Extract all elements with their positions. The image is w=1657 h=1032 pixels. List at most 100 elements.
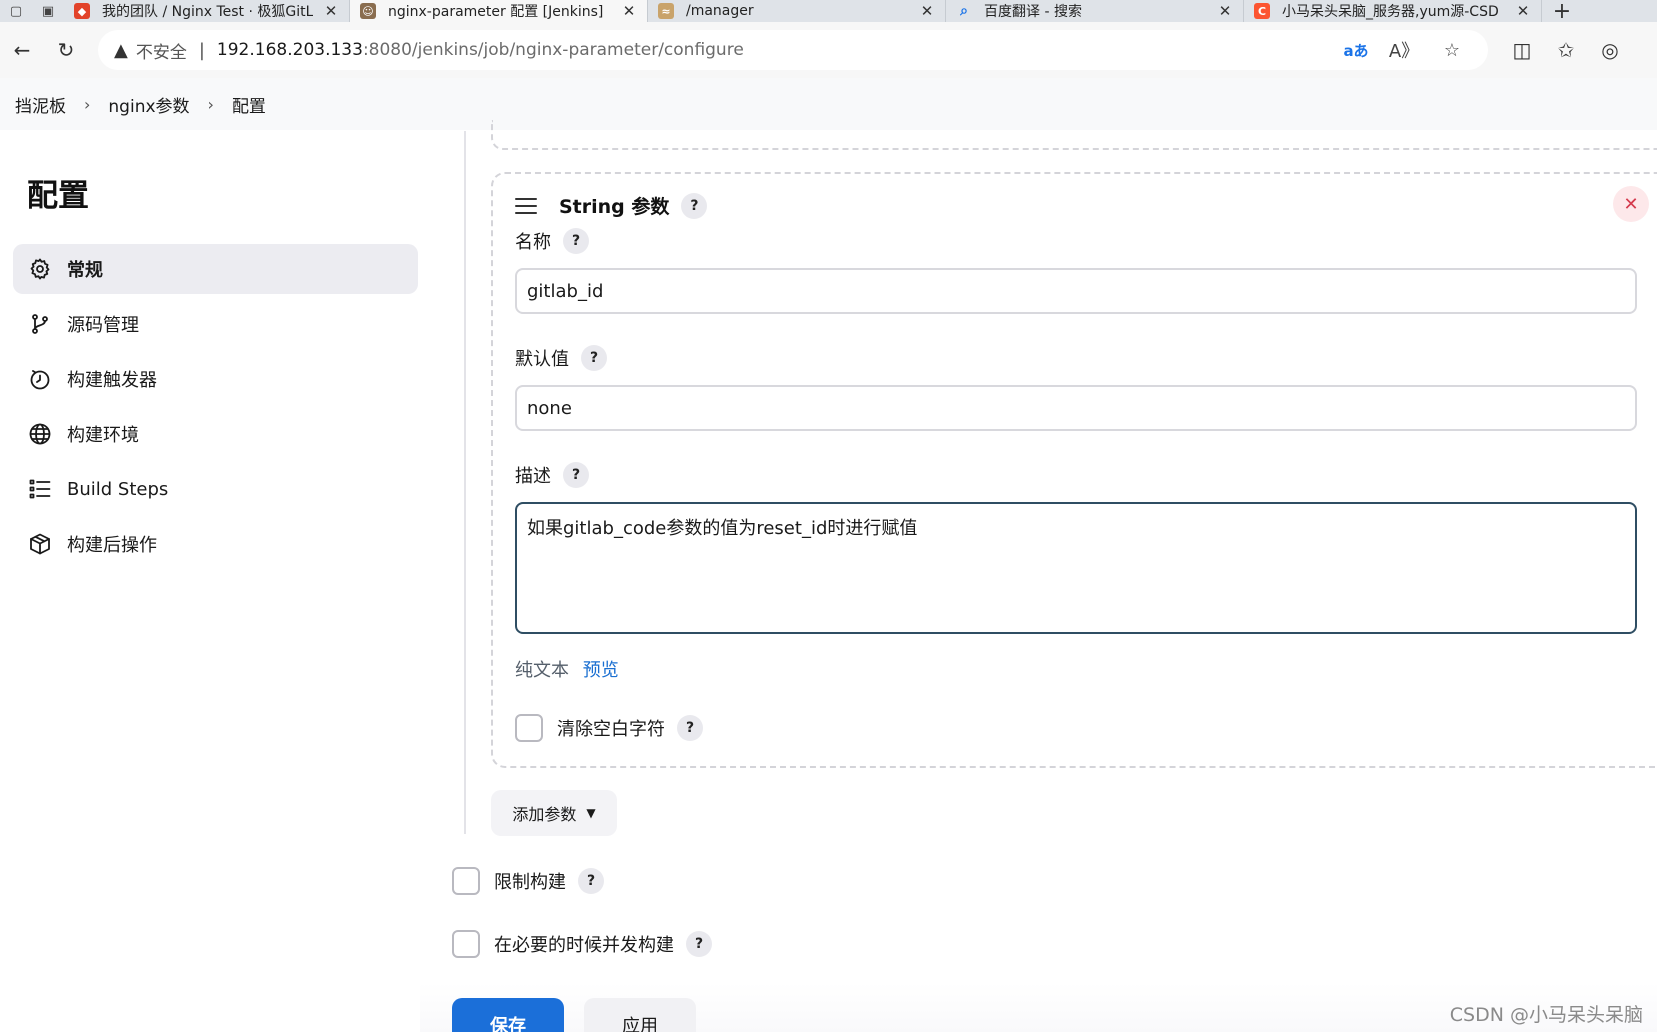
limit-build-label: 限制构建 <box>494 872 566 893</box>
help-icon[interactable]: ? <box>578 868 604 894</box>
help-icon[interactable]: ? <box>686 931 712 957</box>
list-icon <box>27 476 53 502</box>
clock-icon <box>27 366 53 392</box>
help-icon[interactable]: ? <box>681 192 708 219</box>
preview-link[interactable]: 预览 <box>583 660 619 681</box>
default-label-row: 默认值 ? <box>515 345 607 371</box>
plain-text-label: 纯文本 <box>515 660 569 681</box>
sidebar-item-triggers[interactable]: 构建触发器 <box>13 354 418 404</box>
close-tab-icon[interactable]: ✕ <box>323 2 339 20</box>
card-header: String 参数 ? <box>515 192 708 219</box>
globe-icon <box>27 421 53 447</box>
breadcrumb-job[interactable]: nginx参数 <box>108 92 189 117</box>
url-text[interactable]: 192.168.203.133:8080/jenkins/job/nginx-p… <box>217 40 1332 60</box>
trim-option-row: 清除空白字符 ? <box>515 714 703 742</box>
tab-actions-icon[interactable]: ▣ <box>32 0 64 22</box>
gear-icon <box>27 256 53 282</box>
url-host: 192.168.203.133 <box>216 40 363 60</box>
limit-build-checkbox[interactable] <box>452 867 480 895</box>
watermark-text: CSDN @小马呆头呆脑 <box>1449 1004 1643 1026</box>
close-tab-icon[interactable]: ✕ <box>919 2 935 20</box>
tab-title: 我的团队 / Nginx Test · 极狐GitLa <box>102 4 313 20</box>
new-tab-icon[interactable]: + <box>1542 0 1582 22</box>
browser-tab-csdn[interactable]: C 小马呆头呆脑_服务器,yum源-CSD ✕ <box>1244 0 1542 22</box>
jenkins-icon: ☺ <box>360 3 376 19</box>
save-button[interactable]: 保存 <box>452 998 564 1032</box>
browser-tab-gitlab[interactable]: ◆ 我的团队 / Nginx Test · 极狐GitLa ✕ <box>64 0 350 22</box>
delete-parameter-button[interactable]: ✕ <box>1613 186 1649 222</box>
separator: | <box>198 39 205 61</box>
tab-title: /manager <box>686 3 754 19</box>
sidebar-item-environment[interactable]: 构建环境 <box>13 409 418 459</box>
extensions-icon[interactable]: ◎ <box>1588 30 1632 70</box>
url-path: :8080/jenkins/job/nginx-parameter/config… <box>362 40 744 60</box>
name-label-row: 名称 ? <box>515 228 589 254</box>
apply-button[interactable]: 应用 <box>584 998 696 1032</box>
tab-title: nginx-parameter 配置 [Jenkins] <box>388 4 604 20</box>
close-tab-icon[interactable]: ✕ <box>1217 2 1233 20</box>
sidebar-item-general[interactable]: 常规 <box>13 244 418 294</box>
concurrent-build-label: 在必要的时候并发构建 <box>494 935 674 956</box>
warning-icon[interactable]: ▲ <box>114 40 128 61</box>
workspaces-icon[interactable]: ▢ <box>0 0 32 22</box>
breadcrumb-configure[interactable]: 配置 <box>232 92 266 117</box>
add-parameter-label: 添加参数 <box>512 805 577 824</box>
sidebar-item-label: Build Steps <box>67 478 169 500</box>
browser-tab-jenkins[interactable]: ☺ nginx-parameter 配置 [Jenkins] ✕ <box>350 0 648 22</box>
split-screen-icon[interactable]: ◫ <box>1500 30 1544 70</box>
close-tab-icon[interactable]: ✕ <box>1515 2 1531 20</box>
description-textarea[interactable]: 如果gitlab_code参数的值为reset_id时进行赋值 <box>515 502 1637 634</box>
address-bar[interactable]: ▲ 不安全 | 192.168.203.133:8080/jenkins/job… <box>98 30 1488 70</box>
format-row: 纯文本 预览 <box>515 656 619 682</box>
help-icon[interactable]: ? <box>581 345 607 371</box>
sidebar-item-post-build[interactable]: 构建后操作 <box>13 519 418 569</box>
help-icon[interactable]: ? <box>563 462 589 488</box>
chevron-right-icon: › <box>84 94 91 114</box>
sidebar-item-label: 源码管理 <box>67 315 139 336</box>
chevron-right-icon: › <box>207 94 214 114</box>
concurrent-build-checkbox[interactable] <box>452 930 480 958</box>
name-input[interactable] <box>515 268 1637 314</box>
concurrent-build-row: 在必要的时候并发构建 ? <box>452 930 712 958</box>
help-icon[interactable]: ? <box>677 715 703 741</box>
drag-handle-icon[interactable] <box>515 197 537 214</box>
search-icon: ⌕ <box>960 3 968 19</box>
add-parameter-button[interactable]: 添加参数 ▼ <box>491 790 617 836</box>
trim-checkbox[interactable] <box>515 714 543 742</box>
favorites-icon[interactable]: ✩ <box>1544 30 1588 70</box>
sidebar-item-label: 常规 <box>67 260 103 281</box>
branch-icon <box>27 311 53 337</box>
section-divider <box>464 131 466 834</box>
sidebar-item-build-steps[interactable]: Build Steps <box>13 464 418 514</box>
trim-label: 清除空白字符 <box>557 719 665 740</box>
reload-icon[interactable]: ↻ <box>44 30 88 70</box>
translate-icon[interactable]: aあ <box>1332 40 1380 61</box>
tab-title: 小马呆头呆脑_服务器,yum源-CSD <box>1282 4 1499 20</box>
name-label: 名称 <box>515 232 551 253</box>
browser-tab-baidu[interactable]: ⌕ 百度翻译 - 搜索 ✕ <box>946 0 1244 22</box>
browser-tab-manager[interactable]: ≈ /manager ✕ <box>648 0 946 22</box>
csdn-icon: C <box>1254 3 1270 19</box>
description-label: 描述 <box>515 466 551 487</box>
sidebar-item-scm[interactable]: 源码管理 <box>13 299 418 349</box>
breadcrumb-dashboard[interactable]: 挡泥板 <box>15 92 66 117</box>
default-value-input[interactable] <box>515 385 1637 431</box>
gitlab-fox-icon: ◆ <box>74 3 90 19</box>
browser-toolbar: ← ↻ ▲ 不安全 | 192.168.203.133:8080/jenkins… <box>0 22 1657 78</box>
description-label-row: 描述 ? <box>515 462 589 488</box>
browser-tab-strip: ▢ ▣ ◆ 我的团队 / Nginx Test · 极狐GitLa ✕ ☺ ng… <box>0 0 1657 22</box>
config-nav: 常规 源码管理 构建触发器 构建环境 Build Steps 构建后操作 <box>13 244 418 574</box>
sidebar-item-label: 构建触发器 <box>67 370 157 391</box>
string-parameter-card: String 参数 ? ✕ 名称 ? 默认值 ? 描述 ? 如果gitlab_c… <box>491 172 1657 768</box>
previous-parameter-card <box>491 120 1657 150</box>
help-icon[interactable]: ? <box>563 228 589 254</box>
tomcat-icon: ≈ <box>658 3 674 19</box>
chevron-down-icon: ▼ <box>586 806 596 820</box>
default-value-label: 默认值 <box>515 349 569 370</box>
config-sidebar: 配置 常规 源码管理 构建触发器 构建环境 Build Steps 构建后操作 <box>0 130 440 830</box>
favorite-star-icon[interactable]: ☆ <box>1428 40 1476 61</box>
back-icon[interactable]: ← <box>0 30 44 70</box>
insecure-label[interactable]: 不安全 <box>136 38 187 63</box>
close-tab-icon[interactable]: ✕ <box>621 2 637 20</box>
read-aloud-icon[interactable]: A》 <box>1380 37 1428 63</box>
